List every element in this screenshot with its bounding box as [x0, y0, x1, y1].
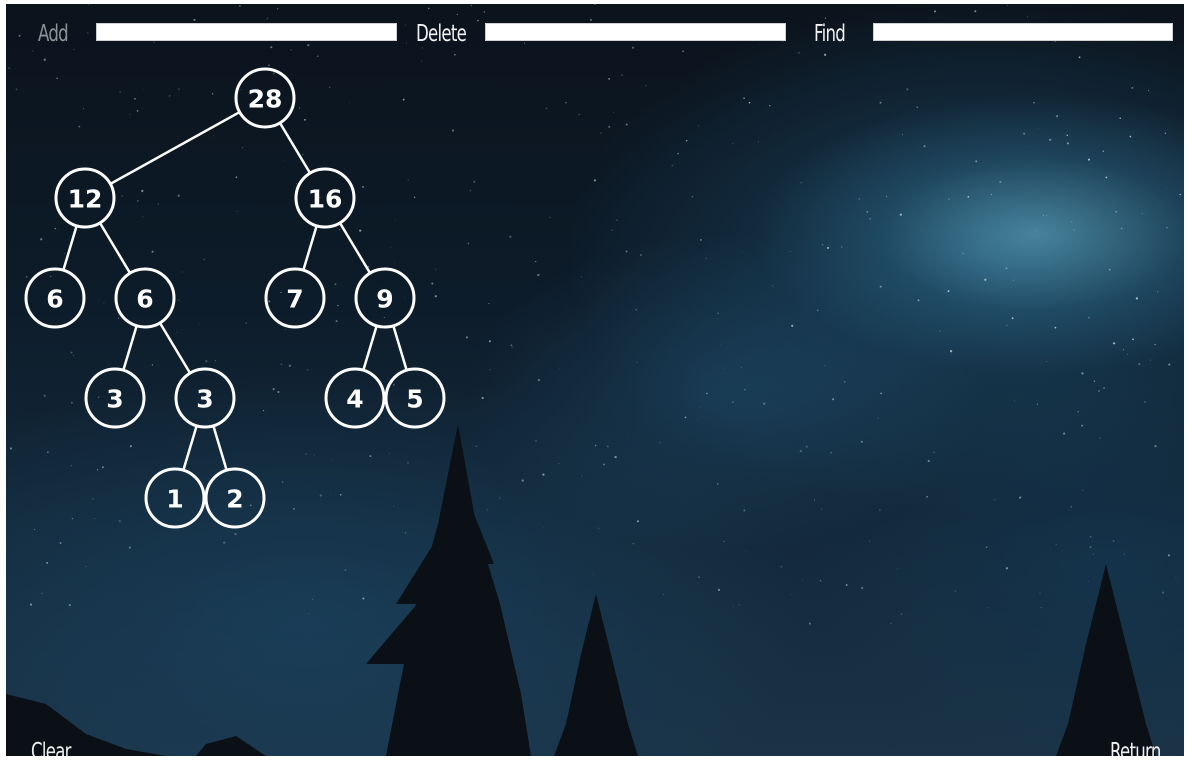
tree-node-value: 4 [346, 385, 363, 414]
tree-edge [338, 222, 372, 274]
tree-node[interactable]: 3 [84, 367, 146, 429]
tree-node[interactable]: 7 [264, 267, 326, 329]
tree-node-value: 1 [166, 485, 183, 514]
tree-edge [278, 122, 312, 174]
tree-node-value: 7 [286, 285, 303, 314]
tree-node[interactable]: 1 [144, 467, 206, 529]
tree-edge [392, 325, 408, 371]
clear-button[interactable]: Clear [31, 738, 71, 756]
tree-node-value: 3 [106, 385, 123, 414]
tree-node-value: 3 [196, 385, 213, 414]
tree-node-value: 9 [376, 285, 393, 314]
tree-node-value: 2 [226, 485, 243, 514]
tree-node[interactable]: 3 [174, 367, 236, 429]
tree-nodes: 2812 166 6 7 93 3 4 51 2 [24, 67, 446, 529]
tree-node[interactable]: 5 [384, 367, 446, 429]
tree-edge [109, 110, 241, 186]
app-window: Add Delete Find 28 12 16 6 6 7 9 3 3 4 5 1 2 Clear R… [6, 4, 1184, 756]
tree-node[interactable]: 12 [54, 167, 116, 229]
tree-node[interactable]: 4 [324, 367, 386, 429]
tree-node-value: 6 [136, 285, 153, 314]
tree-edge [362, 325, 378, 371]
tree-edge [122, 325, 138, 371]
tree-node-value: 6 [46, 285, 63, 314]
tree-edge [182, 425, 198, 471]
tree-node[interactable]: 9 [354, 267, 416, 329]
tree-node-value: 5 [406, 385, 423, 414]
tree-node-value: 28 [248, 85, 283, 114]
tree-node[interactable]: 28 [234, 67, 296, 129]
tree-node[interactable]: 16 [294, 167, 356, 229]
return-button[interactable]: Return [1110, 738, 1161, 756]
tree-edge [302, 225, 318, 271]
tree-node[interactable]: 6 [24, 267, 86, 329]
tree-node-value: 16 [308, 185, 343, 214]
tree-node-value: 12 [68, 185, 103, 214]
tree-edge [158, 322, 192, 374]
tree-view: 2812 166 6 7 93 3 4 51 2 [24, 67, 446, 529]
tree-edge [212, 425, 228, 471]
tree-node[interactable]: 6 [114, 267, 176, 329]
tree-edge [62, 225, 78, 271]
tree-node[interactable]: 2 [204, 467, 266, 529]
tree-edge [98, 222, 132, 274]
